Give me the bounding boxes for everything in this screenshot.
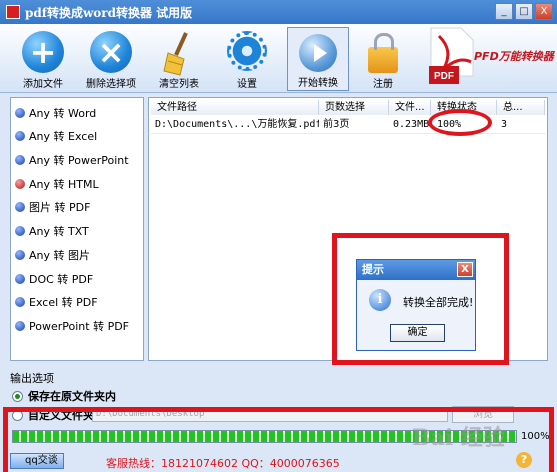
column-header-total[interactable]: 总... [497,100,545,115]
conversion-label: Any 转 图片 [29,249,90,262]
conversion-item-excel-to-pdf[interactable]: Excel 转 PDF [15,293,98,311]
bullet-icon [15,321,25,331]
info-icon: i [369,289,391,311]
gear-icon [227,31,267,71]
completion-dialog: 提示 X i 转换全部完成! 确定 [356,259,476,351]
dialog-title: 提示 [362,263,384,276]
bullet-icon [15,297,25,307]
dialog-title-bar: 提示 X [357,260,475,280]
radio-same-folder[interactable] [12,390,23,402]
register-label: 注册 [373,79,393,90]
bullet-icon [15,179,25,189]
conversion-label: Any 转 Excel [29,130,98,143]
conversion-item-any-to-powerpoint[interactable]: Any 转 PowerPoint [15,151,129,169]
bullet-icon [15,274,25,284]
delete-x-icon: × [90,31,132,73]
conversion-item-powerpoint-to-pdf[interactable]: PowerPoint 转 PDF [15,317,129,335]
clear-list-button[interactable]: 清空列表 [148,27,210,91]
help-icon[interactable]: ? [516,452,532,468]
conversion-item-any-to-txt[interactable]: Any 转 TXT [15,222,89,240]
window-controls: _ □ X [495,3,553,20]
contact-info: 客服热线：18121074602 QQ：4000076365 [106,457,340,470]
dialog-message: 转换全部完成! [403,296,474,309]
cell-size: 0.23MB [393,119,430,130]
delete-selected-button[interactable]: × 删除选择项 [80,27,142,91]
conversion-list: Any 转 Word Any 转 Excel Any 转 PowerPoint … [10,97,144,361]
dialog-close-icon[interactable]: X [457,262,473,277]
broom-icon [163,32,188,76]
conversion-label: PowerPoint 转 PDF [29,320,129,333]
conversion-item-any-to-html[interactable]: Any 转 HTML [15,175,99,193]
conversion-item-any-to-word[interactable]: Any 转 Word [15,104,96,122]
option-same-folder[interactable]: 保存在原文件夹内 [12,389,116,403]
column-header-pages[interactable]: 页数选择 [319,100,389,115]
conversion-label: Excel 转 PDF [29,296,98,309]
conversion-label: Any 转 Word [29,107,97,120]
bullet-icon [15,155,25,165]
output-options-label: 输出选项 [10,372,54,385]
start-convert-label: 开始转换 [298,78,338,89]
row-divider [151,133,545,134]
settings-button[interactable]: 设置 [216,27,278,91]
conversion-item-doc-to-pdf[interactable]: DOC 转 PDF [15,270,93,288]
close-button[interactable]: X [535,3,553,20]
bullet-icon [15,108,25,118]
conversion-label: 图片 转 PDF [29,201,91,214]
register-button[interactable]: 注册 [352,27,414,91]
add-file-label: 添加文件 [23,79,63,90]
conversion-label: Any 转 PowerPoint [29,154,129,167]
qq-chat-button[interactable]: qq交谈 [10,453,64,469]
pdf-logo-text: PDF [434,71,454,82]
conversion-label: Any 转 TXT [29,225,89,238]
window-title: pdf转换成word转换器 试用版 [25,5,193,20]
cell-path: D:\Documents\...\万能恢复.pdf [155,119,319,130]
brand-text: PFD万能转换器 [474,50,554,63]
maximize-button[interactable]: □ [515,3,533,20]
bullet-icon [15,131,25,141]
conversion-item-any-to-excel[interactable]: Any 转 Excel [15,127,97,145]
clear-list-label: 清空列表 [159,79,199,90]
add-file-button[interactable]: + 添加文件 [12,27,74,91]
app-icon [6,5,20,19]
conversion-item-image-to-pdf[interactable]: 图片 转 PDF [15,198,90,216]
option-same-folder-label: 保存在原文件夹内 [28,390,116,403]
bullet-icon [15,202,25,212]
bullet-icon [15,250,25,260]
bullet-icon [15,226,25,236]
cell-total: 3 [501,119,508,130]
title-bar: pdf转换成word转换器 试用版 _ □ X [0,0,557,24]
settings-label: 设置 [237,79,257,90]
lock-icon [368,33,398,73]
column-header-size[interactable]: 文件... [389,100,431,115]
cell-pages[interactable]: 前3页 [319,118,389,132]
minimize-button[interactable]: _ [495,3,513,20]
column-header-path[interactable]: 文件路径 [151,100,319,115]
status-highlight-ellipse [428,109,492,136]
ok-button[interactable]: 确定 [390,324,445,342]
conversion-item-any-to-image[interactable]: Any 转 图片 [15,246,90,264]
conversion-label: DOC 转 PDF [29,273,94,286]
delete-selected-label: 删除选择项 [86,79,136,90]
plus-icon: + [22,31,64,73]
conversion-label: Any 转 HTML [29,178,99,191]
start-convert-button[interactable]: 开始转换 [287,27,349,91]
watermark: Bai 经验 [412,425,505,451]
play-icon [299,34,337,72]
